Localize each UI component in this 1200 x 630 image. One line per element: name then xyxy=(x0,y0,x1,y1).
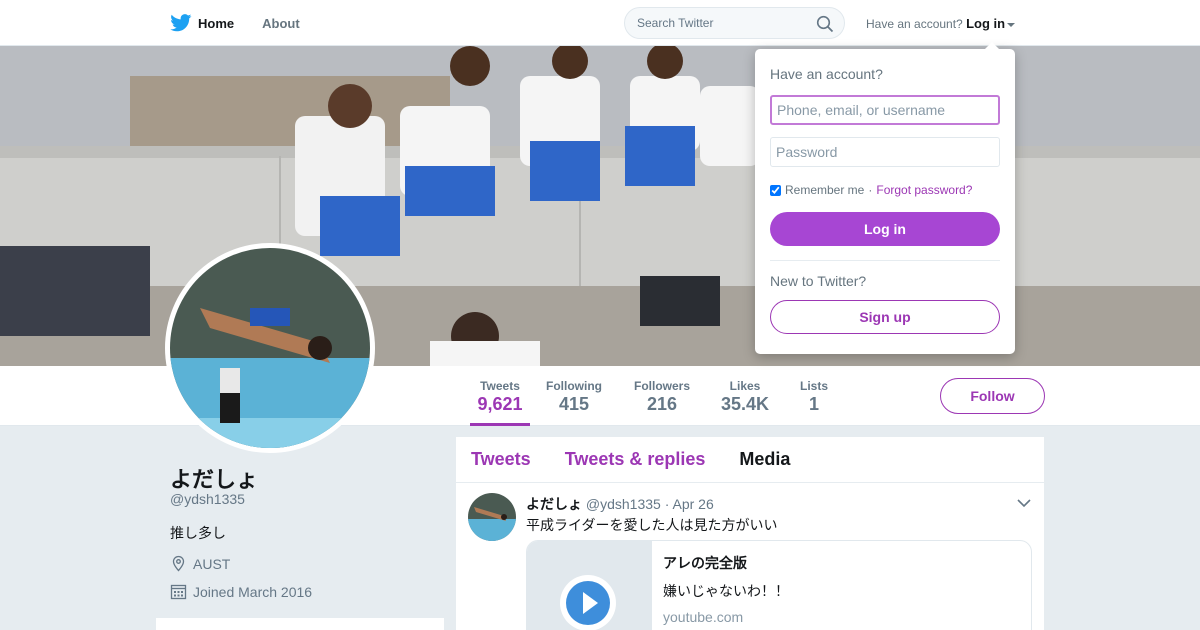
twitter-bird-icon xyxy=(170,14,192,32)
stat-following-label: Following xyxy=(546,379,602,393)
top-navigation: Home About Have an account? Log in xyxy=(0,0,1200,46)
login-button[interactable]: Log in xyxy=(770,212,1000,246)
account-question: Have an account? xyxy=(866,17,963,31)
stat-tweets[interactable]: Tweets 9,621 xyxy=(470,366,530,426)
login-dropdown-title: Have an account? xyxy=(770,66,883,82)
caret-down-icon xyxy=(1007,22,1016,27)
stat-following-value: 415 xyxy=(558,394,590,414)
tweet-text: 平成ライダーを愛した人は見た方がいい xyxy=(526,517,778,533)
card-description: 嫌いじゃないわ！！ xyxy=(663,583,789,599)
profile-location-text: AUST xyxy=(193,555,231,572)
timeline-tabs: Tweets Tweets & replies Media xyxy=(456,437,1044,483)
profile-avatar[interactable] xyxy=(170,248,370,448)
profile-joined-text: Joined March 2016 xyxy=(193,583,313,600)
tab-tweets[interactable]: Tweets xyxy=(471,449,531,470)
remember-me-checkbox[interactable] xyxy=(770,184,781,196)
stat-likes[interactable]: Likes 35.4K xyxy=(716,366,774,426)
sidebar-module xyxy=(156,618,444,630)
divider xyxy=(770,260,1000,261)
profile-bio: 推し多し xyxy=(170,525,226,541)
profile-joined: Joined March 2016 xyxy=(170,583,312,600)
stat-lists[interactable]: Lists 1 xyxy=(794,366,834,426)
card-title: アレの完全版 xyxy=(663,555,747,571)
tweet-date[interactable]: · Apr 26 xyxy=(665,496,714,512)
stat-followers[interactable]: Followers 216 xyxy=(632,366,692,426)
avatar-photo xyxy=(170,248,370,448)
timeline: Tweets Tweets & replies Media よだしょ @ydsh… xyxy=(456,437,1044,630)
calendar-icon xyxy=(170,584,187,600)
chevron-down-icon[interactable] xyxy=(1016,495,1032,511)
profile-handle[interactable]: @ydsh1335 xyxy=(170,491,245,507)
tab-media[interactable]: Media xyxy=(739,449,790,470)
location-pin-icon xyxy=(172,555,185,572)
card-thumbnail xyxy=(527,541,652,630)
stat-tweets-label: Tweets xyxy=(480,379,520,393)
forgot-password-link[interactable]: Forgot password? xyxy=(876,183,972,197)
profile-name[interactable]: よだしょ xyxy=(170,462,258,494)
nav-home[interactable]: Home xyxy=(170,14,234,32)
tweet-header: よだしょ @ydsh1335 · Apr 26 xyxy=(526,494,714,514)
login-dropdown: Have an account? Remember me · Forgot pa… xyxy=(755,42,1015,354)
stat-likes-value: 35.4K xyxy=(720,394,770,414)
remember-separator: · xyxy=(868,183,873,197)
card-url: youtube.com xyxy=(663,609,744,625)
tweet-author-name[interactable]: よだしょ xyxy=(526,496,582,512)
search-box xyxy=(624,7,845,39)
stat-following[interactable]: Following 415 xyxy=(544,366,604,426)
stat-followers-value: 216 xyxy=(646,394,678,414)
stat-lists-value: 1 xyxy=(808,394,819,414)
stat-lists-label: Lists xyxy=(799,379,828,393)
nav-about[interactable]: About xyxy=(262,16,300,31)
tweet-author-handle[interactable]: @ydsh1335 xyxy=(586,496,661,512)
stat-tweets-value: 9,621 xyxy=(477,394,523,414)
tab-tweets-replies[interactable]: Tweets & replies xyxy=(565,449,706,470)
remember-row: Remember me · Forgot password? xyxy=(770,183,972,197)
tweet[interactable]: よだしょ @ydsh1335 · Apr 26 平成ライダーを愛した人は見た方が… xyxy=(456,483,1044,630)
remember-me-label[interactable]: Remember me xyxy=(785,183,864,197)
tweet-avatar-photo xyxy=(468,493,516,541)
tweet-avatar[interactable] xyxy=(468,493,516,541)
stat-likes-label: Likes xyxy=(729,379,761,393)
new-to-twitter-text: New to Twitter? xyxy=(770,273,867,289)
signup-button[interactable]: Sign up xyxy=(770,300,1000,334)
play-icon[interactable] xyxy=(560,575,616,630)
profile-location: AUST xyxy=(170,555,230,572)
username-field[interactable] xyxy=(770,95,1000,125)
search-icon[interactable] xyxy=(816,15,834,33)
login-toggle-label: Log in xyxy=(966,16,1006,31)
profile-avatar-frame xyxy=(165,243,375,453)
search-input[interactable] xyxy=(637,16,812,30)
account-prompt: Have an account? Log in xyxy=(866,16,1016,31)
link-card[interactable]: アレの完全版 嫌いじゃないわ！！ youtube.com xyxy=(526,540,1032,630)
nav-about-label: About xyxy=(262,15,300,31)
nav-left: Home About xyxy=(170,0,300,46)
card-body: アレの完全版 嫌いじゃないわ！！ youtube.com xyxy=(663,553,789,625)
password-field[interactable] xyxy=(770,137,1000,167)
nav-home-label: Home xyxy=(198,15,235,31)
stat-followers-label: Followers xyxy=(633,379,690,393)
follow-button[interactable]: Follow xyxy=(940,378,1045,414)
login-toggle[interactable]: Log in xyxy=(966,16,1016,31)
